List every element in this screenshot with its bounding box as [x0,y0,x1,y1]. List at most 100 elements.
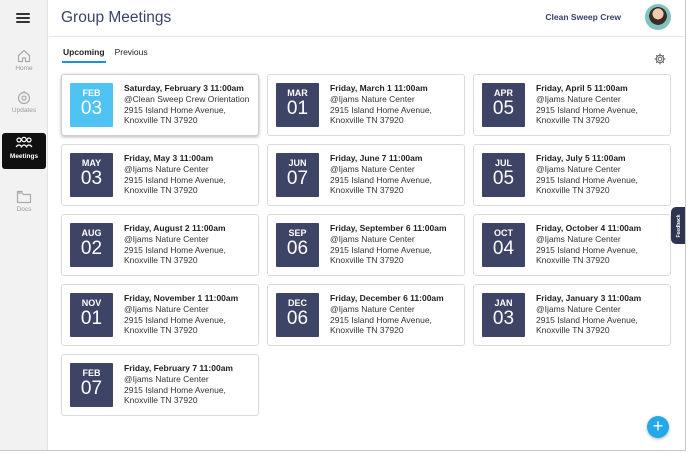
meeting-datetime: Friday, May 3 11:00am [124,153,214,163]
meeting-address-line1: 2915 Island Home Avenue, [124,314,226,325]
meeting-address-line1: 2915 Island Home Avenue, [330,244,432,255]
date-month: OCT [494,228,513,238]
sidebar-item-home[interactable]: Home [2,45,46,81]
date-day: 01 [286,98,309,119]
meeting-card[interactable]: FEB 03 Saturday, February 3 11:00am @Clean … [61,74,259,136]
docs-icon [16,190,32,204]
sidebar-item-docs[interactable]: Docs [2,186,46,222]
menu-icon[interactable] [16,13,30,23]
meeting-card[interactable]: SEP 06 Friday, September 6 11:00am @Ijams N… [267,214,465,276]
date-day: 07 [80,378,103,399]
meeting-info: Friday, January 3 11:00am @Ijams Nature C… [536,293,666,336]
meeting-location: @Ijams Nature Center [330,304,415,314]
meeting-info: Friday, July 5 11:00am @Ijams Nature Cent… [536,153,666,196]
meeting-card[interactable]: FEB 07 Friday, February 7 11:00am @Ijams Na… [61,354,259,416]
home-icon [17,49,31,63]
meeting-location: @Ijams Nature Center [330,164,415,174]
meeting-card[interactable]: JUN 07 Friday, June 7 11:00am @Ijams Nature… [267,144,465,206]
date-month: DEC [287,298,307,308]
meeting-address-line1: 2915 Island Home Avenue, [124,104,226,115]
date-badge: OCT 04 [482,223,525,267]
meeting-card[interactable]: JUL 05 Friday, July 5 11:00am @Ijams Nature… [473,144,671,206]
meeting-info: Friday, October 4 11:00am @Ijams Nature C… [536,223,666,266]
meeting-card[interactable]: JAN 03 Friday, January 3 11:00am @Ijams Nat… [473,284,671,346]
meeting-address-line1: 2915 Island Home Avenue, [536,314,638,325]
meeting-address-line2: Knoxville TN 37920 [536,185,610,195]
meeting-address-line1: 2915 Island Home Avenue, [536,104,638,115]
date-badge: DEC 06 [276,293,319,337]
meeting-card[interactable]: OCT 04 Friday, October 4 11:00am @Ijams Nat… [473,214,671,276]
date-day: 05 [492,98,515,119]
meeting-address-line2: Knoxville TN 37920 [536,255,610,265]
date-month: NOV [81,298,102,308]
meeting-datetime: Friday, July 5 11:00am [536,153,626,163]
meeting-card[interactable]: MAR 01 Friday, March 1 11:00am @Ijams Natur… [267,74,465,136]
date-badge: AUG 02 [70,223,113,267]
meeting-address-line2: Knoxville TN 37920 [124,185,198,195]
meeting-card[interactable]: MAY 03 Friday, May 3 11:00am @Ijams Nature … [61,144,259,206]
add-meeting-button[interactable]: + [647,416,669,438]
meeting-card[interactable]: NOV 01 Friday, November 1 11:00am @Ijams Na… [61,284,259,346]
header: Group Meetings Clean Sweep Crew [49,0,685,37]
meeting-address-line1: 2915 Island Home Avenue, [536,244,638,255]
meeting-card[interactable]: APR 05 Friday, April 5 11:00am @Ijams Natur… [473,74,671,136]
tab-previous[interactable]: Previous [114,46,149,63]
date-day: 03 [492,308,515,329]
date-badge: SEP 06 [276,223,319,267]
date-month: FEB [82,88,101,98]
meeting-location: @Ijams Nature Center [330,94,415,104]
feedback-tab[interactable]: Feedback [671,207,685,244]
meeting-location: @Clean Sweep Crew Orientation [124,94,250,104]
date-month: JUL [494,158,512,168]
page-title: Group Meetings [61,9,172,26]
meeting-info: Friday, February 7 11:00am @Ijams Nature … [124,363,254,406]
meeting-address-line2: Knoxville TN 37920 [124,115,198,125]
meeting-card[interactable]: AUG 02 Friday, August 2 11:00am @Ijams Natu… [61,214,259,276]
date-day: 05 [492,168,515,189]
sidebar-item-label: Updates [11,107,37,114]
app-window: Home Updates Meetings Docs Group Meeting… [0,0,686,451]
meeting-datetime: Friday, October 4 11:00am [536,223,642,233]
meeting-info: Friday, June 7 11:00am @Ijams Nature Cent… [330,153,460,196]
tab-bar: Upcoming Previous [62,46,149,63]
gear-icon[interactable] [654,53,666,65]
date-month: MAR [287,88,308,98]
sidebar-item-meetings[interactable]: Meetings [2,133,46,169]
date-day: 02 [80,238,103,259]
meeting-address-line2: Knoxville TN 37920 [330,255,404,265]
sidebar-item-label: Meetings [9,153,39,160]
updates-icon [17,91,31,105]
meeting-address-line1: 2915 Island Home Avenue, [330,104,432,115]
meeting-location: @Ijams Nature Center [124,374,209,384]
meeting-address-line1: 2915 Island Home Avenue, [330,174,432,185]
date-badge: MAY 03 [70,153,113,197]
date-day: 07 [286,168,309,189]
meeting-address-line1: 2915 Island Home Avenue, [124,384,226,395]
tab-upcoming[interactable]: Upcoming [62,46,106,63]
meeting-info: Friday, April 5 11:00am @Ijams Nature Cen… [536,83,666,126]
meeting-datetime: Friday, March 1 11:00am [330,83,428,93]
meeting-address-line2: Knoxville TN 37920 [124,255,198,265]
meeting-datetime: Friday, August 2 11:00am [124,223,226,233]
meeting-location: @Ijams Nature Center [536,304,621,314]
meeting-datetime: Saturday, February 3 11:00am [124,83,244,93]
meeting-card[interactable]: DEC 06 Friday, December 6 11:00am @Ijams Na… [267,284,465,346]
meeting-info: Friday, March 1 11:00am @Ijams Nature Cen… [330,83,460,126]
sidebar-item-label: Home [15,65,33,72]
meeting-address-line2: Knoxville TN 37920 [536,115,610,125]
avatar[interactable] [645,4,671,30]
date-month: MAY [81,158,102,168]
date-badge: JUN 07 [276,153,319,197]
meeting-address-line2: Knoxville TN 37920 [536,325,610,335]
meeting-address-line2: Knoxville TN 37920 [330,115,404,125]
meeting-datetime: Friday, April 5 11:00am [536,83,628,93]
meeting-info: Friday, September 6 11:00am @Ijams Nature… [330,223,460,266]
meeting-datetime: Friday, November 1 11:00am [124,293,239,303]
sidebar-item-updates[interactable]: Updates [2,87,46,123]
meeting-location: @Ijams Nature Center [330,234,415,244]
date-badge: MAR 01 [276,83,319,127]
meeting-datetime: Friday, January 3 11:00am [536,293,642,303]
meeting-datetime: Friday, December 6 11:00am [330,293,444,303]
team-name[interactable]: Clean Sweep Crew [545,12,621,22]
sidebar-item-label: Docs [16,206,32,213]
